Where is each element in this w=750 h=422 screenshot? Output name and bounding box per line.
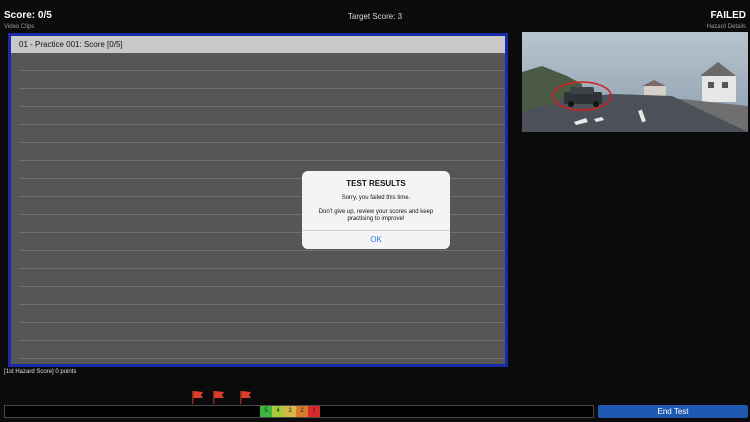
dialog-advice: Don't give up, review your scores and ke… [318, 209, 434, 222]
test-results-dialog: TEST RESULTS Sorry, you failed this time… [302, 171, 450, 249]
dialog-message: Sorry, you failed this time. [341, 195, 411, 201]
dialog-title: TEST RESULTS [346, 179, 406, 188]
ok-button[interactable]: OK [302, 231, 450, 249]
